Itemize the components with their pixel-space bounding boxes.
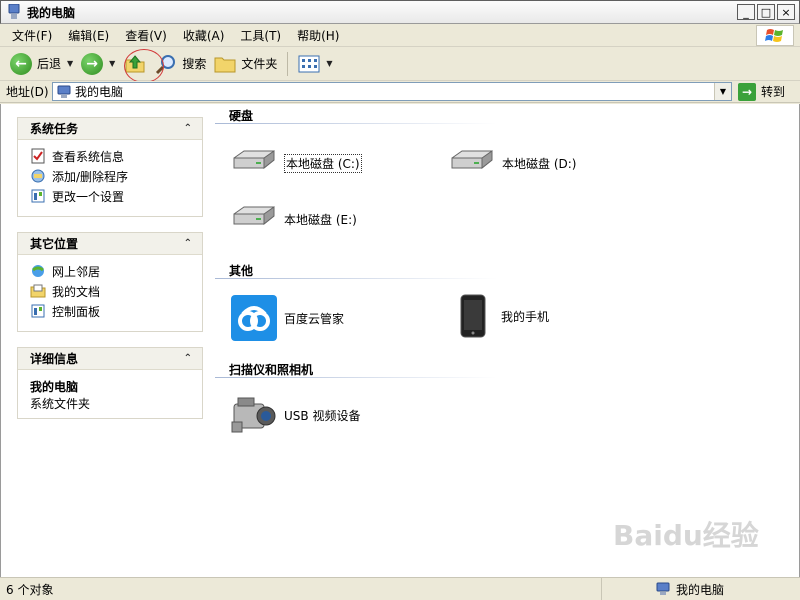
close-button[interactable]: × (777, 4, 795, 20)
my-documents-icon (30, 284, 46, 298)
baidu-watermark: Baidu经验 (613, 519, 759, 552)
drive-d[interactable]: 本地磁盘 (D:) (448, 148, 576, 178)
my-phone-item[interactable]: 我的手机 (459, 294, 549, 338)
place-network[interactable]: 网上邻居 (30, 261, 202, 281)
back-dropdown-icon[interactable]: ▼ (67, 59, 73, 68)
drive-c[interactable]: 本地磁盘 (C:) (230, 148, 362, 178)
go-button[interactable]: → 转到 (738, 82, 785, 101)
menu-favorites[interactable]: 收藏(A) (175, 27, 233, 44)
content-area: 系统任务 ⌃ 查看系统信息 添加/删除程序 更改一个设置 其它位置 ⌃ 网上邻居… (0, 104, 800, 577)
go-arrow-icon: → (738, 82, 756, 101)
hard-drive-icon (451, 150, 493, 170)
toolbar: ← 后退 ▼ → ▼ 搜索 文件夹 ▼ (0, 47, 800, 83)
baidu-cloud-item[interactable]: 百度云管家 (230, 294, 344, 342)
status-location: 我的电脑 (676, 582, 725, 597)
system-tasks-header[interactable]: 系统任务 ⌃ (18, 118, 202, 140)
menu-edit[interactable]: 编辑(E) (60, 27, 117, 44)
hard-drive-icon (233, 206, 275, 226)
group-divider (215, 123, 497, 124)
menu-tools[interactable]: 工具(T) (232, 27, 289, 44)
baidu-cloud-icon (231, 295, 277, 341)
views-button[interactable]: ▼ (294, 50, 336, 78)
views-icon (298, 55, 320, 72)
windows-logo-icon (756, 25, 794, 46)
collapse-icon[interactable]: ⌃ (184, 238, 192, 249)
hard-drive-icon (233, 150, 275, 170)
menu-file[interactable]: 文件(F) (4, 27, 60, 44)
status-object-count: 6 个对象 (6, 582, 54, 597)
system-info-icon (31, 148, 45, 164)
title-bar: 我的电脑 _ □ × (0, 0, 800, 24)
group-title-other: 其他 (229, 264, 254, 278)
task-view-system-info[interactable]: 查看系统信息 (30, 146, 202, 166)
details-header[interactable]: 详细信息 ⌃ (18, 348, 202, 370)
menu-bar: 文件(F) 编辑(E) 查看(V) 收藏(A) 工具(T) 帮助(H) (0, 24, 800, 47)
network-icon (32, 265, 44, 277)
views-dropdown-icon[interactable]: ▼ (326, 59, 332, 68)
back-button[interactable]: ← 后退 ▼ (6, 50, 77, 78)
my-computer-icon (656, 582, 670, 595)
video-camera-icon (231, 397, 276, 433)
task-add-remove-programs[interactable]: 添加/删除程序 (30, 166, 202, 186)
address-input[interactable]: 我的电脑 ▼ (52, 82, 732, 101)
group-divider (215, 278, 497, 279)
folders-button[interactable]: 文件夹 (210, 50, 281, 78)
my-computer-icon (8, 4, 20, 19)
other-places-header[interactable]: 其它位置 ⌃ (18, 233, 202, 255)
group-title-hard-disks: 硬盘 (229, 109, 254, 123)
minimize-button[interactable]: _ (737, 4, 755, 20)
details-name: 我的电脑 (30, 380, 79, 394)
system-tasks-panel: 系统任务 ⌃ 查看系统信息 添加/删除程序 更改一个设置 (17, 117, 203, 217)
control-panel-icon (31, 189, 45, 203)
collapse-icon[interactable]: ⌃ (184, 353, 192, 364)
back-arrow-icon: ← (10, 52, 32, 75)
menu-view[interactable]: 查看(V) (117, 27, 175, 44)
drive-e[interactable]: 本地磁盘 (E:) (230, 204, 357, 234)
status-bar: 6 个对象 我的电脑 (0, 577, 800, 600)
folder-icon (214, 57, 236, 72)
forward-dropdown-icon[interactable]: ▼ (109, 59, 115, 68)
usb-video-device-item[interactable]: USB 视频设备 (230, 392, 360, 438)
highlight-circle (124, 49, 164, 83)
my-computer-icon (57, 85, 71, 98)
toolbar-separator (287, 51, 289, 76)
group-divider (215, 377, 497, 378)
control-panel-icon (31, 304, 45, 318)
forward-button[interactable]: → ▼ (77, 50, 119, 78)
other-places-panel: 其它位置 ⌃ 网上邻居 我的文档 控制面板 (17, 232, 203, 332)
details-panel: 详细信息 ⌃ 我的电脑 系统文件夹 (17, 347, 203, 419)
address-label: 地址(D) (6, 85, 49, 99)
add-remove-programs-icon (31, 169, 45, 183)
details-type: 系统文件夹 (30, 397, 91, 411)
address-dropdown-icon[interactable]: ▼ (714, 83, 731, 100)
forward-arrow-icon: → (81, 52, 104, 75)
place-my-documents[interactable]: 我的文档 (30, 281, 202, 301)
phone-icon (460, 294, 486, 338)
window-title: 我的电脑 (27, 5, 76, 20)
group-title-scanners: 扫描仪和照相机 (229, 363, 314, 377)
task-change-setting[interactable]: 更改一个设置 (30, 186, 202, 206)
maximize-button[interactable]: □ (757, 4, 775, 20)
address-bar: 地址(D) 我的电脑 ▼ → 转到 (0, 81, 800, 103)
place-control-panel[interactable]: 控制面板 (30, 301, 202, 321)
collapse-icon[interactable]: ⌃ (184, 123, 192, 134)
menu-help[interactable]: 帮助(H) (289, 27, 347, 44)
